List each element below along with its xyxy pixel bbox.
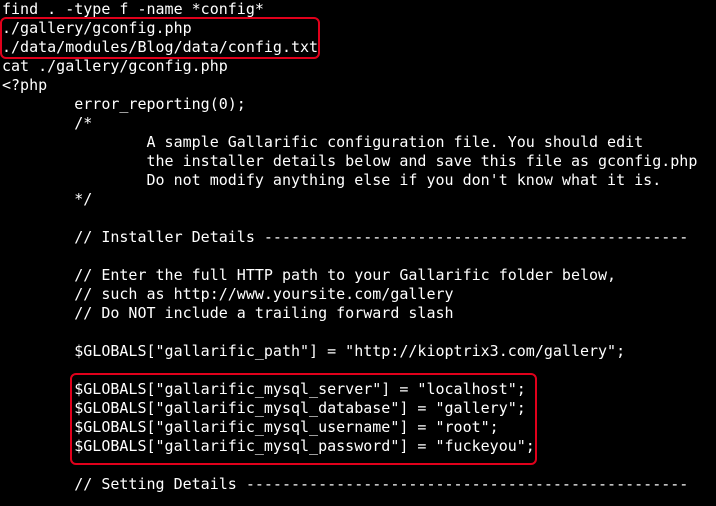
terminal-line: */ [2, 190, 93, 208]
terminal-line: A sample Gallarific configuration file. … [2, 133, 644, 151]
terminal-line: /* [2, 114, 93, 132]
terminal-line: the installer details below and save thi… [2, 152, 698, 170]
terminal-line: $GLOBALS["gallarific_path"] = "http://ki… [2, 342, 626, 360]
terminal-window[interactable]: find . -type f -name *config* ./gallery/… [0, 0, 716, 506]
terminal-line: // such as http://www.yoursite.com/galle… [2, 285, 454, 303]
terminal-line: // Installer Details -------------------… [2, 228, 689, 246]
terminal-line: Do not modify anything else if you don't… [2, 171, 662, 189]
found-files-highlight [0, 17, 320, 59]
terminal-line: // Do NOT include a trailing forward sla… [2, 304, 454, 322]
terminal-line: cat ./gallery/gconfig.php [2, 57, 228, 75]
terminal-line: <?php [2, 76, 48, 94]
terminal-line: // Setting Details ---------------------… [2, 475, 689, 493]
mysql-credentials-highlight [70, 373, 537, 465]
terminal-line: error_reporting(0); [2, 95, 246, 113]
terminal-line: // Enter the full HTTP path to your Gall… [2, 266, 617, 284]
